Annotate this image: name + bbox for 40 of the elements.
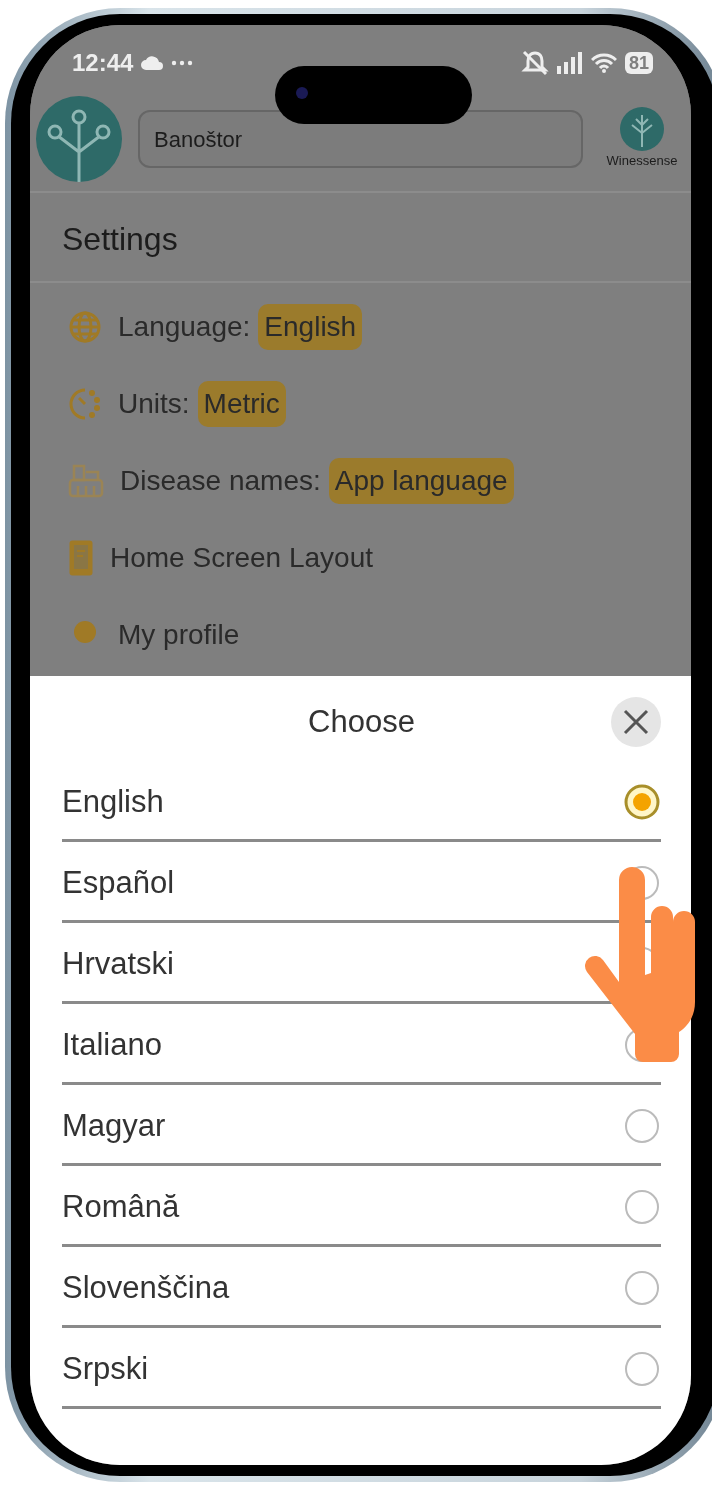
language-option[interactable]: Español [62,859,175,907]
battery-icon: 81 [624,52,653,74]
cloud-icon [141,56,164,70]
brand-logo [620,107,664,152]
brand-name: Winessense [606,152,678,171]
signal-icon [556,52,583,74]
language-option[interactable]: Srpski [62,1345,149,1393]
language-option[interactable]: Hrvatski [62,940,174,988]
phone-icon [68,539,94,577]
document-stack-icon [68,464,104,498]
close-button[interactable] [611,697,661,747]
radio-button[interactable] [623,1107,661,1145]
camera-lens-icon [295,86,309,100]
page-title: Settings [30,193,691,283]
setting-value-chip[interactable]: App language [328,458,514,504]
location-field[interactable]: Banoštor [138,110,583,168]
setting-label: Disease names: [120,464,321,498]
setting-label: Units: [118,387,190,421]
dialog-title: Choose [308,702,415,741]
radio-button[interactable] [623,1350,661,1388]
setting-value-chip[interactable]: Metric [197,381,286,427]
wifi-icon [590,53,617,73]
muted-bell-icon [520,50,549,76]
close-icon [623,709,649,735]
language-option[interactable]: Magyar [62,1102,166,1150]
gauge-icon [68,387,102,421]
language-option[interactable]: Italiano [62,1021,162,1069]
setting-label: Language: [118,310,251,344]
more-icon [171,60,194,66]
radio-button[interactable] [623,783,661,821]
status-time: 12:44 [72,48,134,78]
setting-value-chip[interactable]: English [258,304,363,350]
language-option[interactable]: English [62,778,164,826]
settings-item[interactable]: Home Screen Layout [110,537,374,579]
language-option[interactable]: Română [62,1183,180,1231]
radio-button[interactable] [623,1188,661,1226]
language-option[interactable]: Slovenščina [62,1264,230,1312]
settings-item[interactable]: My profile [118,614,240,656]
globe-icon [68,310,102,344]
radio-button[interactable] [623,1269,661,1307]
